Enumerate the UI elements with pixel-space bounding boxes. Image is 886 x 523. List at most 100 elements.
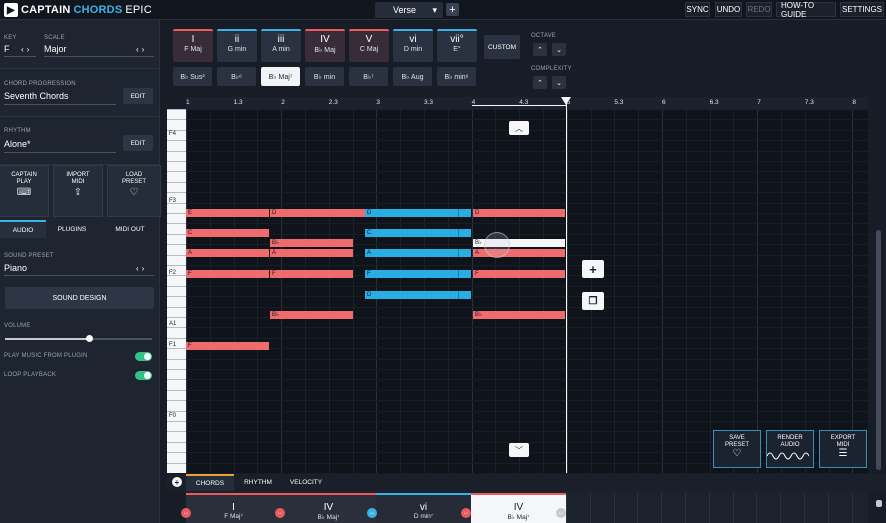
chord-button[interactable]: IF Maj xyxy=(173,29,213,62)
resize-handle-icon[interactable]: ↔ xyxy=(367,508,377,518)
midi-note[interactable]: B♭ xyxy=(270,311,353,319)
vertical-scrollbar[interactable] xyxy=(876,230,881,470)
edit-progression-button[interactable]: EDIT xyxy=(123,88,153,104)
render-audio-button[interactable]: RENDER AUDIO xyxy=(766,430,814,468)
preset-arrows-icon[interactable]: ‹› xyxy=(136,264,147,273)
resize-handle-icon[interactable]: ↔ xyxy=(556,508,566,518)
octave-down-button[interactable]: ⌄ xyxy=(552,43,566,56)
sound-preset-value[interactable]: Piano xyxy=(4,263,27,273)
tab-chords[interactable]: CHORDS xyxy=(186,474,234,491)
chord-button[interactable]: vii° E° xyxy=(437,29,477,62)
tab-rhythm[interactable]: RHYTHM xyxy=(234,474,282,491)
grid-pitch-line xyxy=(186,140,868,142)
play-from-plugin-toggle[interactable] xyxy=(135,352,152,361)
grid-beat-line xyxy=(638,109,640,473)
redo-button[interactable]: REDO xyxy=(746,2,772,17)
tab-plugins[interactable]: PLUGINS xyxy=(46,220,98,238)
load-preset-button[interactable]: LOAD PRESET ♡ xyxy=(107,165,161,217)
complexity-up-button[interactable]: ⌃ xyxy=(533,76,547,89)
timeline-empty-slot-line xyxy=(804,493,805,523)
chord-button[interactable]: iii A min xyxy=(261,29,301,62)
ruler-tick-label: 7.3 xyxy=(804,99,814,106)
volume-slider-knob[interactable] xyxy=(85,335,93,342)
custom-chord-button[interactable]: CUSTOM xyxy=(484,35,520,59)
midi-note[interactable]: C xyxy=(186,229,269,237)
resize-handle-icon[interactable]: ↔ xyxy=(461,508,471,518)
chord-button[interactable]: VC Maj xyxy=(349,29,389,62)
grid-beat-line xyxy=(614,109,616,473)
edit-rhythm-button[interactable]: EDIT xyxy=(123,135,153,151)
sync-button[interactable]: SYNC xyxy=(685,2,710,17)
timeline-scroll-handle[interactable] xyxy=(876,500,882,507)
tab-audio[interactable]: AUDIO xyxy=(0,220,46,238)
chord-variation-button[interactable]: B♭ Sus² xyxy=(173,67,212,86)
octave-up-button[interactable]: ⌃ xyxy=(533,43,547,56)
import-midi-button[interactable]: IMPORT MIDI ⇪ xyxy=(53,165,103,217)
timeline-chord-block[interactable]: IV B♭ Maj⁷ xyxy=(471,493,566,523)
timeline-chord-block[interactable]: vi D min⁷ xyxy=(376,493,471,523)
chord-timeline[interactable]: IF Maj⁷ IV B♭ Maj⁷ vi D min⁷ IV B♭ Maj⁷ xyxy=(186,491,868,523)
chord-variation-button[interactable]: B♭ Aug xyxy=(393,67,432,86)
midi-note[interactable]: F xyxy=(186,270,269,278)
midi-note[interactable]: A xyxy=(186,249,269,257)
chord-variation-button[interactable]: B♭⁷ xyxy=(349,67,388,86)
chord-variation-button[interactable]: B♭⁶ xyxy=(217,67,256,86)
timeline-ruler[interactable]: 1 1.3 2 2.3 3 3.3 4 4.3 5 5.3 6 6.3 7 7.3 8 xyxy=(186,97,868,109)
key-value[interactable]: F xyxy=(4,44,10,54)
scroll-down-button[interactable]: ﹀ xyxy=(509,443,529,457)
midi-note[interactable]: F xyxy=(473,270,565,278)
scale-arrows-icon[interactable]: ‹› xyxy=(136,45,147,54)
save-preset-button[interactable]: SAVE PRESET ♡ xyxy=(713,430,761,468)
timeline-chord-block[interactable]: IF Maj⁷ xyxy=(186,493,281,523)
midi-note[interactable]: D xyxy=(365,291,471,299)
tab-velocity[interactable]: VELOCITY xyxy=(282,474,330,491)
undo-button[interactable]: UNDO xyxy=(715,2,742,17)
tab-midi-out[interactable]: MIDI OUT xyxy=(100,220,160,238)
midi-note[interactable]: D xyxy=(365,209,471,217)
midi-note[interactable]: A xyxy=(270,249,353,257)
midi-note[interactable]: A xyxy=(365,249,471,257)
ruler-tick-label: 6 xyxy=(662,99,666,106)
loop-playback-toggle[interactable] xyxy=(135,371,152,380)
timeline-empty-slot-line xyxy=(732,493,734,523)
midi-note[interactable]: F xyxy=(186,342,269,350)
complexity-down-button[interactable]: ⌄ xyxy=(552,76,566,89)
scale-value[interactable]: Major xyxy=(44,44,67,54)
how-to-guide-button[interactable]: HOW-TO GUIDE xyxy=(776,1,836,19)
playhead-line[interactable] xyxy=(566,97,567,473)
chord-variation-button[interactable]: B♭ Maj⁷ xyxy=(261,67,300,86)
chord-variation-button[interactable]: B♭ min xyxy=(305,67,344,86)
grid-pitch-line xyxy=(186,171,868,173)
chord-button[interactable]: IV B♭ Maj xyxy=(305,29,345,62)
settings-button[interactable]: SETTINGS xyxy=(840,2,884,17)
export-midi-button[interactable]: EXPORT MIDI ☰ xyxy=(819,430,867,468)
sound-design-button[interactable]: SOUND DESIGN xyxy=(5,287,154,309)
add-section-button[interactable]: + xyxy=(446,3,459,16)
chord-variation-button[interactable]: B♭ min⁶ xyxy=(437,67,476,86)
add-chord-button[interactable]: + xyxy=(582,260,604,278)
section-dropdown[interactable]: Verse ▾ xyxy=(375,2,443,18)
piano-roll-grid[interactable]: E D D D C C B♭ B♭ A A A A F F F F D B♭ B♭ F xyxy=(186,109,868,473)
duplicate-chord-button[interactable]: ❐ xyxy=(582,292,604,310)
chord-name: A min xyxy=(272,46,290,53)
midi-note[interactable]: B♭ xyxy=(270,239,353,247)
piano-keyboard[interactable]: F4 F3 F2 A1 F1 F0 xyxy=(167,109,186,473)
chevron-down-icon: ﹀ xyxy=(515,445,523,455)
midi-note[interactable]: F xyxy=(270,270,353,278)
captain-play-button[interactable]: CAPTAIN PLAY ⌨ xyxy=(0,165,49,217)
midi-note[interactable]: D xyxy=(473,209,565,217)
resize-handle-icon[interactable]: ↔ xyxy=(275,508,285,518)
chord-button[interactable]: vi D min xyxy=(393,29,433,62)
midi-note[interactable]: E xyxy=(186,209,269,217)
playhead-marker[interactable] xyxy=(561,97,571,105)
resize-handle-icon[interactable]: ↔ xyxy=(181,508,191,518)
scroll-up-button[interactable]: ︿ xyxy=(509,121,529,135)
midi-note[interactable]: F xyxy=(365,270,471,278)
key-arrows-icon[interactable]: ‹› xyxy=(21,45,32,54)
scale-label: SCALE xyxy=(44,35,65,41)
chord-button[interactable]: ii G min xyxy=(217,29,257,62)
timeline-chord-block[interactable]: IV B♭ Maj⁷ xyxy=(281,493,376,523)
add-track-button[interactable]: + xyxy=(172,477,182,487)
midi-note[interactable]: B♭ xyxy=(473,311,565,319)
midi-note[interactable]: C xyxy=(365,229,471,237)
